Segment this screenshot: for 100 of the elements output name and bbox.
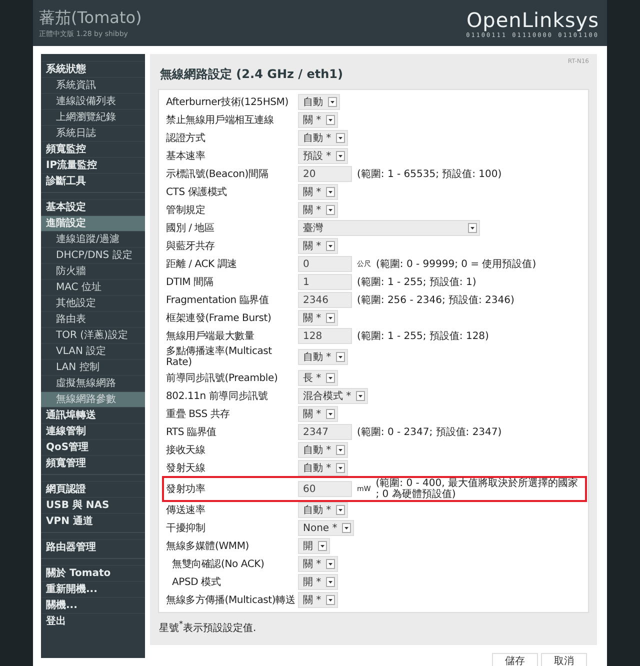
setting-label: 無雙向確認(No ACK) <box>171 558 266 570</box>
dropdown[interactable]: 自動 * <box>298 349 348 365</box>
save-button[interactable]: 儲存 <box>492 653 538 666</box>
setting-label: 無線用戶端最大數量 <box>166 330 256 342</box>
setting-label: 示標訊號(Beacon)間隔 <box>166 168 270 180</box>
setting-label: 禁止無線用戶端相互連線 <box>166 114 275 126</box>
setting-label: CTS 保護模式 <box>166 186 228 198</box>
sidebar-item[interactable]: 路由器管理 <box>41 539 145 555</box>
setting-label: 管制規定 <box>166 204 206 216</box>
input-field[interactable]: 0 <box>298 256 352 272</box>
setting-label: RTS 臨界值 <box>166 426 218 438</box>
input-field[interactable]: 1 <box>298 274 352 290</box>
setting-label: 接收天線 <box>166 444 206 456</box>
setting-label: APSD 模式 <box>171 576 222 588</box>
setting-label: 框架連發(Frame Burst) <box>166 312 272 324</box>
cancel-button[interactable]: 取消 <box>541 653 587 666</box>
sidebar-subitem[interactable]: 無線網路參數 <box>41 391 145 407</box>
setting-label: 與藍牙共存 <box>166 240 216 252</box>
sidebar-item[interactable]: 連線管制 <box>41 423 145 439</box>
sidebar-subitem[interactable]: 系統資訊 <box>41 77 145 93</box>
setting-label: 前導同步訊號(Preamble) <box>166 372 279 384</box>
dropdown[interactable]: 關 * <box>298 112 338 128</box>
hint-text: (範圍: 1 - 255; 預設值: 128) <box>357 330 489 342</box>
dropdown[interactable]: 預設 * <box>298 148 348 164</box>
input-field[interactable]: 20 <box>298 166 352 182</box>
dropdown[interactable]: 自動 * <box>298 460 348 476</box>
site-title: 蕃茄(Tomato) <box>39 8 142 28</box>
sidebar-item[interactable]: 進階設定 <box>41 215 145 231</box>
sidebar-subitem[interactable]: 防火牆 <box>41 263 145 279</box>
setting-label: 多點傳播速率(Multicast Rate) <box>166 346 273 368</box>
dropdown[interactable]: 長 * <box>298 370 338 386</box>
sidebar-item[interactable]: 頻寬管理 <box>41 455 145 471</box>
dropdown[interactable]: 關 * <box>298 310 338 326</box>
footnote-text: 星號$^{*}$表示預設設定值. <box>159 621 258 635</box>
input-field[interactable]: 128 <box>298 328 352 344</box>
setting-label: 國別 / 地區 <box>166 222 216 234</box>
sidebar-item[interactable]: 網頁認證 <box>41 481 145 497</box>
hint-text: (範圍: 256 - 2346; 預設值: 2346) <box>357 294 514 306</box>
sidebar-item[interactable]: USB 與 NAS <box>41 497 145 513</box>
dropdown[interactable]: 自動 <box>298 94 340 110</box>
setting-label: 干擾抑制 <box>166 522 206 534</box>
setting-label: 傳送速率 <box>166 504 206 516</box>
hint-text: (範圍: 0 - 99999; 0 = 使用預設值) <box>376 258 536 270</box>
dropdown[interactable]: 自動 * <box>298 442 348 458</box>
sidebar-item[interactable]: 診斷工具 <box>41 173 145 189</box>
sidebar-item[interactable]: IP流量監控 <box>41 157 145 173</box>
sidebar-item[interactable]: 關於 Tomato <box>41 565 145 581</box>
setting-label: 無線多媒體(WMM) <box>166 540 250 552</box>
setting-label: 重疊 BSS 共存 <box>166 408 231 420</box>
setting-label: 802.11n 前導同步訊號 <box>166 390 269 402</box>
dropdown[interactable]: 自動 * <box>298 502 348 518</box>
setting-label: DTIM 間隔 <box>166 276 214 288</box>
sidebar-item[interactable]: 系統狀態 <box>41 61 145 77</box>
sidebar-item[interactable]: 頻寬監控 <box>41 141 145 157</box>
logo-text: OpenLinksys <box>466 8 599 32</box>
dropdown[interactable]: 自動 * <box>298 130 348 146</box>
input-field[interactable]: 2347 <box>298 424 352 440</box>
sidebar-item[interactable]: 關機... <box>41 597 145 613</box>
setting-label: 基本速率 <box>166 150 206 162</box>
sidebar-subitem[interactable]: 系統日誌 <box>41 125 145 141</box>
dropdown[interactable]: 關 * <box>298 406 338 422</box>
hint-text: (範圍: 1 - 65535; 預設值: 100) <box>357 168 502 180</box>
sidebar-subitem[interactable]: LAN 控制 <box>41 359 145 375</box>
dropdown[interactable]: 開 <box>298 538 330 554</box>
sidebar-subitem[interactable]: MAC 位址 <box>41 279 145 295</box>
hint-text: (範圍: 0 - 400, 最大值將取決於所選擇的國家 ; 0 為硬體預設值) <box>376 478 579 500</box>
input-field[interactable]: 60 <box>298 481 352 497</box>
sidebar-item[interactable]: QoS管理 <box>41 439 145 455</box>
setting-label: 距離 / ACK 調速 <box>166 258 238 270</box>
sidebar-subitem[interactable]: 路由表 <box>41 311 145 327</box>
dropdown[interactable]: 關 * <box>298 238 338 254</box>
dropdown[interactable]: 開 * <box>298 574 338 590</box>
sidebar-subitem[interactable]: 連線設備列表 <box>41 93 145 109</box>
setting-label: 無線多方傳播(Multicast)轉送 <box>166 594 296 606</box>
dropdown[interactable]: None * <box>298 520 354 536</box>
dropdown[interactable]: 臺灣 <box>298 220 480 236</box>
sidebar-item[interactable]: VPN 通道 <box>41 513 145 529</box>
setting-label: Fragmentation 臨界值 <box>166 294 270 306</box>
hint-text: (範圍: 1 - 255; 預設值: 1) <box>357 276 476 288</box>
hint-text: (範圍: 0 - 2347; 預設值: 2347) <box>357 426 502 438</box>
sidebar-subitem[interactable]: 其他設定 <box>41 295 145 311</box>
sidebar-item[interactable]: 重新開機... <box>41 581 145 597</box>
page-title: 無線網路設定 (2.4 GHz / eth1) <box>160 66 344 83</box>
dropdown[interactable]: 關 * <box>298 556 338 572</box>
dropdown[interactable]: 關 * <box>298 202 338 218</box>
dropdown[interactable]: 關 * <box>298 592 338 608</box>
dropdown[interactable]: 關 * <box>298 184 338 200</box>
setting-label: 發射功率 <box>166 484 206 494</box>
sidebar-item[interactable]: 登出 <box>41 613 145 629</box>
input-field[interactable]: 2346 <box>298 292 352 308</box>
setting-label: 發射天線 <box>166 462 206 474</box>
sidebar-subitem[interactable]: DHCP/DNS 設定 <box>41 247 145 263</box>
sidebar-subitem[interactable]: VLAN 設定 <box>41 343 145 359</box>
sidebar-item[interactable]: 通訊埠轉送 <box>41 407 145 423</box>
sidebar-subitem[interactable]: 上網瀏覽紀錄 <box>41 109 145 125</box>
sidebar-subitem[interactable]: TOR (洋蔥)設定 <box>41 327 145 343</box>
dropdown[interactable]: 混合模式 * <box>298 388 368 404</box>
setting-label: 認證方式 <box>166 132 206 144</box>
sidebar-subitem[interactable]: 連線追蹤/過濾 <box>41 231 145 247</box>
setting-label: Afterburner技術(125HSM) <box>166 96 290 108</box>
